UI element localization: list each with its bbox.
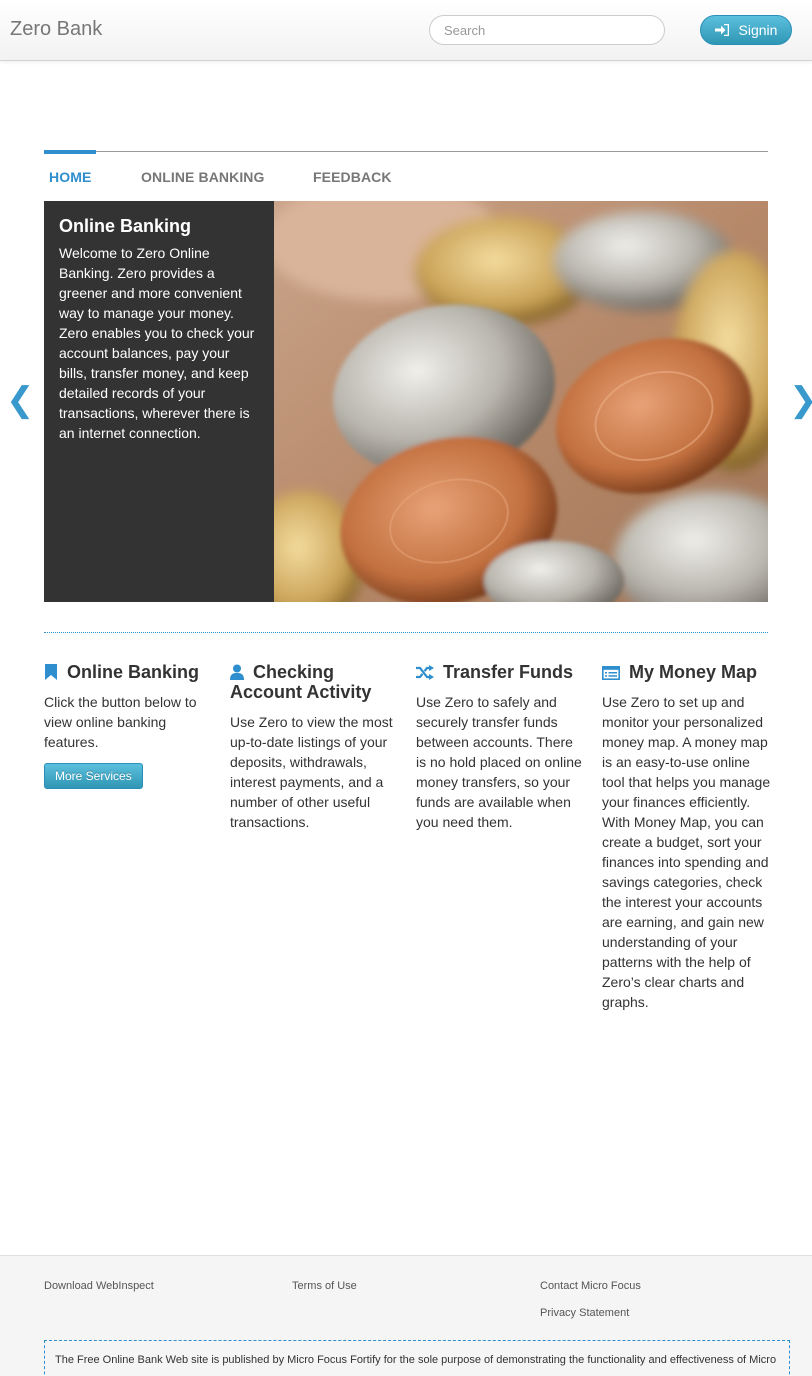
section-divider	[44, 632, 768, 633]
feature-title: Online Banking	[44, 662, 214, 682]
feature-online-banking: Online Banking Click the button below to…	[44, 662, 214, 789]
feature-checking-activity: Checking Account Activity Use Zero to vi…	[230, 662, 400, 832]
brand-logo[interactable]: Zero Bank	[10, 18, 102, 41]
feature-title: Checking Account Activity	[230, 662, 372, 702]
caption-text: Welcome to Zero Online Banking. Zero pro…	[59, 245, 255, 441]
feature-text: Use Zero to set up and monitor your pers…	[602, 694, 771, 1010]
feature-text: Use Zero to view the most up-to-date lis…	[230, 714, 393, 830]
signin-button[interactable]: Signin	[700, 15, 792, 45]
disclaimer-text: The Free Online Bank Web site is publish…	[55, 1354, 777, 1366]
tabs-divider	[44, 151, 768, 152]
bookmark-icon	[45, 664, 57, 680]
coins-image	[274, 201, 768, 602]
feature-transfer-funds: Transfer Funds Use Zero to safely and se…	[416, 662, 586, 832]
hero-carousel: Online Banking Welcome to Zero Online Ba…	[44, 201, 768, 602]
caption-title: Online Banking	[59, 216, 192, 236]
feature-title: Transfer Funds	[416, 662, 586, 682]
active-tab-indicator	[44, 150, 96, 154]
footer: Download WebInspect Terms of Use Contact…	[0, 1255, 812, 1376]
disclaimer-box: The Free Online Bank Web site is publish…	[44, 1340, 790, 1376]
list-icon	[602, 666, 620, 680]
feature-text: Use Zero to safely and securely transfer…	[416, 694, 582, 830]
shuffle-icon	[416, 665, 434, 680]
carousel-prev-icon[interactable]: ❮	[6, 380, 35, 420]
feature-text: Click the button below to view online ba…	[44, 694, 197, 750]
carousel-next-icon[interactable]: ❯	[789, 380, 812, 420]
top-navbar: Zero Bank Signin	[0, 0, 812, 61]
more-services-button[interactable]: More Services	[44, 763, 143, 789]
tab-online-banking[interactable]: ONLINE BANKING	[141, 169, 265, 185]
user-icon	[230, 664, 244, 680]
download-webinspect-link[interactable]: Download WebInspect	[44, 1280, 154, 1292]
terms-of-use-link[interactable]: Terms of Use	[292, 1280, 357, 1292]
tab-feedback[interactable]: FEEDBACK	[313, 169, 392, 185]
tab-home[interactable]: HOME	[49, 169, 91, 185]
signin-arrow-icon	[714, 24, 729, 36]
privacy-statement-link[interactable]: Privacy Statement	[540, 1307, 629, 1319]
carousel-caption: Online Banking Welcome to Zero Online Ba…	[44, 201, 274, 602]
search-input[interactable]	[429, 15, 665, 45]
feature-money-map: My Money Map Use Zero to set up and moni…	[602, 662, 772, 1012]
signin-label: Signin	[738, 22, 778, 38]
contact-micro-focus-link[interactable]: Contact Micro Focus	[540, 1280, 641, 1292]
feature-title: My Money Map	[602, 662, 772, 682]
